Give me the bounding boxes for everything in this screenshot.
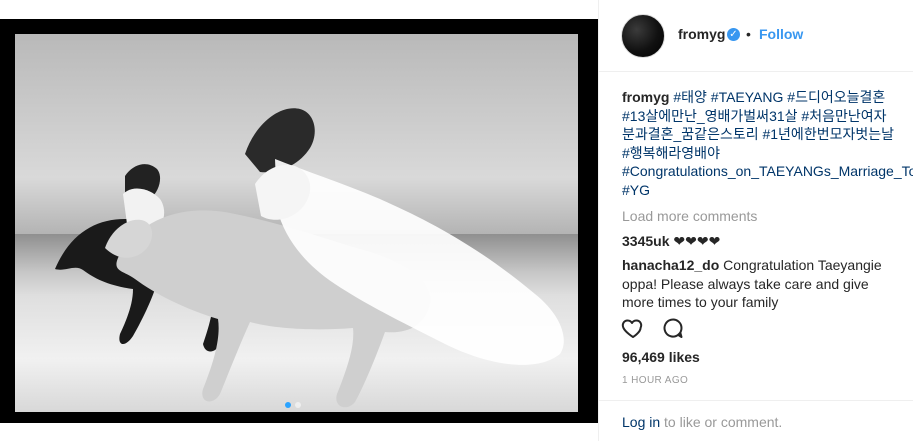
hashtag-1[interactable]: #태양 <box>673 89 707 105</box>
caption-username[interactable]: fromyg <box>622 89 669 105</box>
avatar[interactable] <box>621 14 665 58</box>
follow-button[interactable]: Follow <box>759 26 803 42</box>
likes-count[interactable]: 96,469 likes <box>622 349 700 365</box>
comment-2: hanacha12_do Congratulation Taeyangie op… <box>622 256 897 322</box>
hashtag-3[interactable]: #드디어오늘결혼 <box>787 89 885 105</box>
load-more-comments-button[interactable]: Load more comments <box>622 207 897 226</box>
comment-1: 3345uk ❤❤❤❤ <box>622 232 897 251</box>
post-actions <box>621 316 685 340</box>
hashtag-6[interactable]: #1년에한번모자벗는날 <box>762 126 894 142</box>
username[interactable]: fromyg <box>678 26 725 42</box>
login-suffix: to like or comment. <box>660 414 783 430</box>
hashtag-7[interactable]: #행복해라영배야 <box>622 145 720 161</box>
login-footer: Log in to like or comment. <box>599 400 913 441</box>
comment-icon[interactable] <box>661 316 685 340</box>
carousel-dot-1[interactable] <box>285 402 291 408</box>
carousel-dot-2[interactable] <box>295 402 301 408</box>
post-header: fromyg ✓ • Follow <box>599 0 913 72</box>
hashtag-8[interactable]: #Congratulations_on_TAEYANGs_Marriage_To… <box>622 163 913 179</box>
post-photo[interactable] <box>15 34 578 412</box>
comment-username[interactable]: hanacha12_do <box>622 257 719 273</box>
post-timestamp: 1 HOUR AGO <box>622 375 689 386</box>
hashtag-2[interactable]: #TAEYANG <box>711 89 784 105</box>
caption: fromyg #태양 #TAEYANG #드디어오늘결혼 #13살에만난_영배가… <box>622 88 913 199</box>
hashtag-4[interactable]: #13살에만난_영배가벌써31살 <box>622 108 798 124</box>
hashtag-9[interactable]: #YG <box>622 182 650 198</box>
comments-section: fromyg #태양 #TAEYANG #드디어오늘결혼 #13살에만난_영배가… <box>622 88 913 322</box>
heart-icon[interactable] <box>621 316 645 340</box>
post-sidebar: fromyg ✓ • Follow fromyg #태양 #TAEYANG #드… <box>598 0 913 441</box>
login-text: Log in to like or comment. <box>622 414 782 430</box>
photo-illustration <box>55 108 564 408</box>
carousel-dots <box>285 402 301 408</box>
login-link[interactable]: Log in <box>622 414 660 430</box>
comment-username[interactable]: 3345uk <box>622 233 669 249</box>
separator-bullet: • <box>746 26 751 42</box>
comment-text: ❤❤❤❤ <box>673 232 721 249</box>
verified-badge-icon: ✓ <box>727 28 740 41</box>
